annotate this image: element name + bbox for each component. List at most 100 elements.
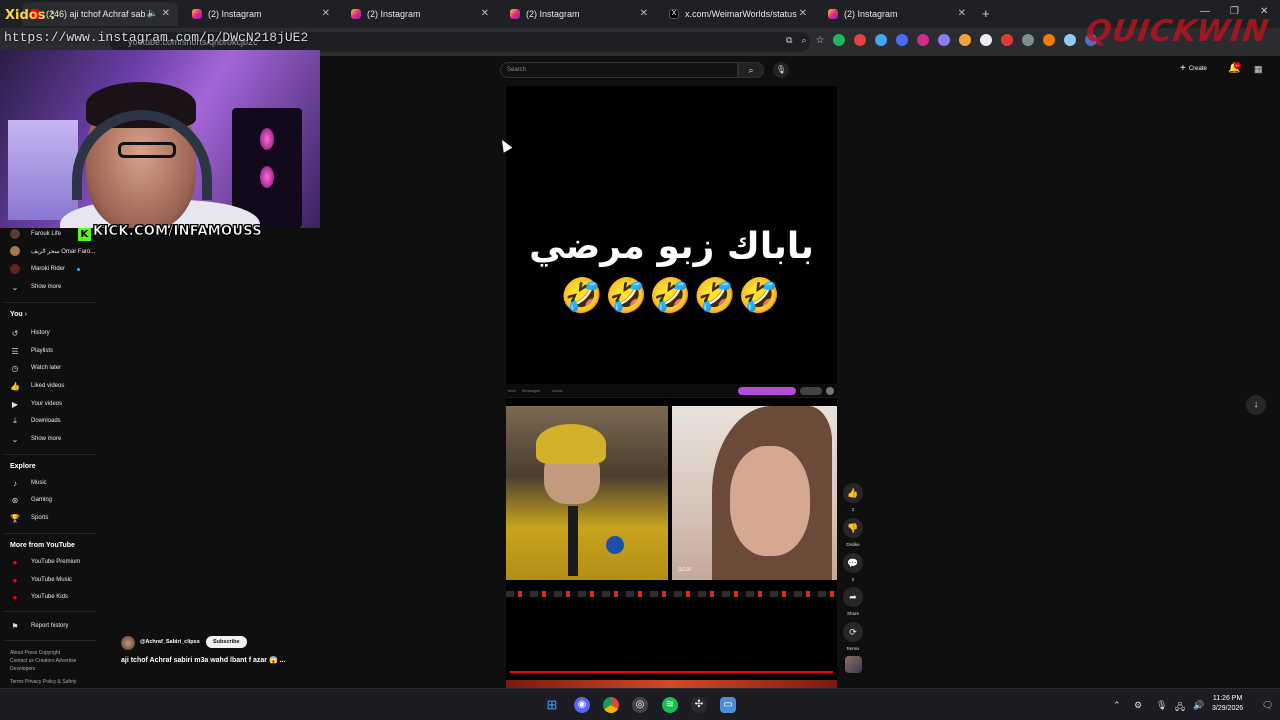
chrome-icon[interactable] xyxy=(603,697,619,713)
sidebar-item-gaming[interactable]: ⊛ Gaming xyxy=(10,494,52,506)
pc-fan-light xyxy=(260,166,274,188)
sidebar-subscription-farouk[interactable]: Farouk Life xyxy=(10,228,61,240)
azar-app-header: feed Messages About xyxy=(506,384,837,398)
video-progress-bar[interactable] xyxy=(510,671,833,673)
download-icon: ⤓ xyxy=(13,416,17,425)
search-input[interactable]: Search xyxy=(500,62,738,78)
sidebar-item-sports[interactable]: 🏆 Sports xyxy=(10,512,48,524)
microphone-icon[interactable]: 🎙 xyxy=(1156,700,1167,711)
spotify-icon[interactable]: ≋ xyxy=(662,697,678,713)
sidebar-show-more-subscriptions[interactable]: ⌄ Show more xyxy=(10,281,62,293)
extension-icon[interactable] xyxy=(959,34,972,46)
extension-icon[interactable] xyxy=(896,34,909,46)
short-title[interactable]: aji tchof Achraf sabiri m3a wahd lbant f… xyxy=(121,656,285,664)
close-tab-icon[interactable]: ✕ xyxy=(799,8,807,19)
video-call-left-person xyxy=(506,406,668,580)
notification-center-icon[interactable]: 🗨 xyxy=(1262,700,1273,711)
browser-tab-instagram-4[interactable]: (2) Instagram ✕ xyxy=(820,2,974,26)
extension-icon[interactable] xyxy=(1022,34,1035,46)
network-icon[interactable]: 🖧 xyxy=(1175,700,1185,716)
zoom-icon[interactable]: ⌕ xyxy=(801,35,806,46)
volume-icon[interactable]: 🔊 xyxy=(1193,700,1204,711)
footer-links[interactable]: Terms Privacy Policy & Safety xyxy=(10,678,100,686)
next-short-button[interactable]: ↓ xyxy=(1246,395,1266,415)
browser-tab-x[interactable]: X x.com/WeimarWorlds/status/20 ✕ xyxy=(661,2,815,26)
sidebar-item-report-history[interactable]: ⚑ Report history xyxy=(10,620,68,632)
extension-icon[interactable] xyxy=(875,34,888,46)
extension-icon[interactable] xyxy=(938,34,951,46)
sidebar-item-label: Sports xyxy=(31,515,49,521)
extension-icon[interactable] xyxy=(1001,34,1014,46)
sidebar-item-watch-later[interactable]: ◷ Watch later xyxy=(10,362,62,374)
close-tab-icon[interactable]: ✕ xyxy=(640,8,648,19)
tray-app-icon[interactable]: ⚙ xyxy=(1134,700,1142,711)
browser-tab-instagram-3[interactable]: (2) Instagram ✕ xyxy=(502,2,656,26)
bookmark-star-icon[interactable]: ☆ xyxy=(815,35,824,46)
new-tab-icon[interactable]: + xyxy=(982,6,990,21)
sidebar-item-label: YouTube Premium xyxy=(31,559,81,565)
apps-grid-icon[interactable]: ▦ xyxy=(1254,64,1263,75)
sidebar-item-your-videos[interactable]: ▶ Your videos xyxy=(10,398,62,410)
extension-icon[interactable] xyxy=(833,34,846,46)
browser-tab-instagram-1[interactable]: (2) Instagram ✕ xyxy=(184,2,338,26)
extension-icon[interactable] xyxy=(980,34,993,46)
close-tab-icon[interactable]: ✕ xyxy=(481,8,489,19)
instagram-icon xyxy=(828,9,838,19)
footer-links[interactable]: Developers xyxy=(10,665,100,673)
sidebar-item-history[interactable]: ↺ History xyxy=(10,327,50,339)
tray-overflow-icon[interactable]: ⌃ xyxy=(1113,700,1121,711)
subscribe-button[interactable]: Subscribe xyxy=(206,636,247,648)
sidebar-item-youtube-premium[interactable]: ● YouTube Premium xyxy=(10,556,81,568)
sidebar-item-label: YouTube Music xyxy=(31,577,72,583)
sidebar-item-music[interactable]: ♪ Music xyxy=(10,477,47,489)
mute-icon[interactable]: 🔈 xyxy=(147,8,158,19)
extension-icon[interactable] xyxy=(854,34,867,46)
windows-start-icon[interactable]: ⊞ xyxy=(544,697,560,713)
youtube-premium-icon: ● xyxy=(12,557,18,567)
sidebar-show-more-you[interactable]: ⌄ Show more xyxy=(10,433,62,445)
sidebar-subscription-omar[interactable]: سحر الريف Omar Faro... xyxy=(10,245,95,257)
create-label: Create xyxy=(1188,65,1207,72)
footer-links[interactable]: About Press Copyright xyxy=(10,649,100,657)
footer-links[interactable]: Contact us Creators Advertise xyxy=(10,657,100,665)
extensions-row: ⧉ ⌕ ☆ xyxy=(786,34,1098,46)
sidebar-heading-you[interactable]: You › xyxy=(10,311,27,318)
discord-icon[interactable]: ◉ xyxy=(574,697,590,713)
obs-icon[interactable]: ◎ xyxy=(632,697,648,713)
sidebar-item-liked-videos[interactable]: 👍 Liked videos xyxy=(10,380,64,392)
close-tab-icon[interactable]: ✕ xyxy=(162,8,170,19)
system-clock[interactable]: 11:26 PM 3/29/2026 xyxy=(1212,694,1243,714)
create-button[interactable]: + Create xyxy=(1180,63,1207,74)
sidebar-item-youtube-music[interactable]: ● YouTube Music xyxy=(10,574,72,586)
like-button[interactable]: 👍 xyxy=(843,483,863,503)
extension-icon[interactable] xyxy=(1043,34,1056,46)
install-icon[interactable]: ⧉ xyxy=(786,35,792,46)
sidebar-item-downloads[interactable]: ⤓ Downloads xyxy=(10,415,60,427)
remix-button[interactable]: ⟳ xyxy=(843,622,863,642)
extension-icon[interactable] xyxy=(917,34,930,46)
overlay-url-text: https://www.instagram.com/p/DWcN218jUE2 xyxy=(4,30,309,45)
shorts-video-player[interactable]: باباك زبو مرضي 🤣🤣🤣🤣🤣 feed Messages About… xyxy=(506,86,837,688)
channel-avatar[interactable] xyxy=(121,636,135,650)
xbox-icon[interactable]: ✣ xyxy=(691,697,707,713)
thumbs-up-icon: 👍 xyxy=(10,381,20,391)
share-button[interactable]: ➦ xyxy=(843,587,863,607)
pc-fan-light xyxy=(260,128,274,150)
next-short-preview[interactable] xyxy=(506,680,837,688)
browser-tab-instagram-2[interactable]: (2) Instagram ✕ xyxy=(343,2,497,26)
voice-search-button[interactable]: 🎙 xyxy=(773,62,789,78)
comments-button[interactable]: 💬 xyxy=(843,553,863,573)
desktop-app-icon[interactable]: ▭ xyxy=(720,697,736,713)
sound-thumbnail[interactable] xyxy=(845,656,862,673)
extension-icon[interactable] xyxy=(1064,34,1077,46)
close-tab-icon[interactable]: ✕ xyxy=(322,8,330,19)
search-button[interactable]: ⌕ xyxy=(738,62,764,78)
channel-handle[interactable]: @Achraf_Sabiri_clipss xyxy=(140,639,200,645)
video-caption-text: باباك زبو مرضي xyxy=(529,226,814,267)
sidebar-subscription-maroki[interactable]: Maroki Rider xyxy=(10,263,81,275)
close-tab-icon[interactable]: ✕ xyxy=(958,8,966,19)
sidebar-item-youtube-kids[interactable]: ● YouTube Kids xyxy=(10,591,68,603)
sidebar-item-playlists[interactable]: ☰ Playlists xyxy=(10,345,53,357)
thumbs-up-icon: 👍 xyxy=(847,488,859,498)
dislike-button[interactable]: 👎 xyxy=(843,518,863,538)
